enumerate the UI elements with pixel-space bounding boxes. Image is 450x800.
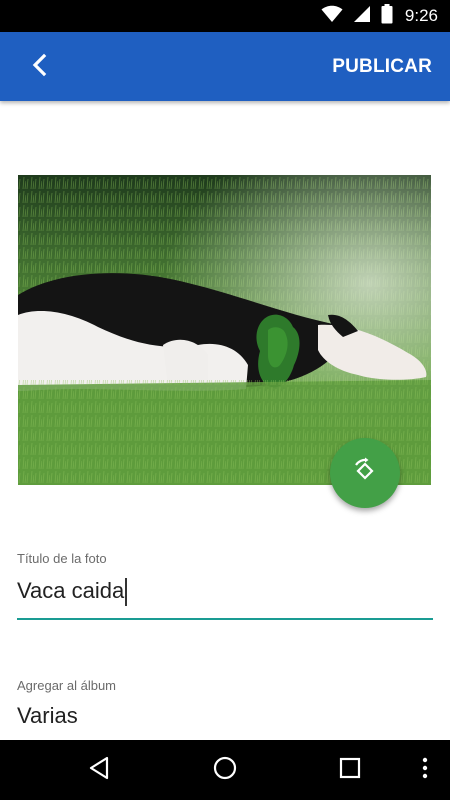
status-icons: 9:26: [321, 0, 438, 32]
album-label: Agregar al álbum: [17, 678, 116, 693]
nav-recents-button[interactable]: [330, 750, 370, 790]
back-triangle-icon: [87, 756, 111, 785]
more-vert-icon: [422, 757, 428, 784]
status-bar: 9:26: [0, 0, 450, 32]
nav-home-button[interactable]: [205, 750, 245, 790]
photo-title-value[interactable]: Vaca caida: [17, 578, 124, 604]
status-time: 9:26: [404, 6, 438, 25]
battery-icon: [381, 3, 393, 29]
app-bar: PUBLICAR: [0, 32, 450, 101]
screen: 9:26 PUBLICAR Título de la foto Vaca cai…: [0, 0, 450, 800]
rotate-icon: [351, 457, 379, 490]
navigation-bar: [0, 740, 450, 800]
cellular-signal-icon: [353, 5, 371, 28]
chevron-left-icon: [30, 53, 50, 82]
publish-button[interactable]: PUBLICAR: [332, 50, 432, 84]
wifi-icon: [321, 5, 343, 28]
recents-square-icon: [339, 757, 361, 784]
nav-menu-button[interactable]: [405, 750, 445, 790]
rotate-photo-button[interactable]: [330, 438, 400, 508]
text-cursor: [125, 578, 127, 606]
album-selector[interactable]: Varias: [17, 703, 78, 729]
photo-title-field[interactable]: Vaca caida: [17, 570, 433, 620]
photo-title-label: Título de la foto: [17, 551, 107, 566]
nav-back-button[interactable]: [79, 750, 119, 790]
back-button[interactable]: [22, 50, 58, 84]
home-circle-icon: [213, 756, 237, 785]
